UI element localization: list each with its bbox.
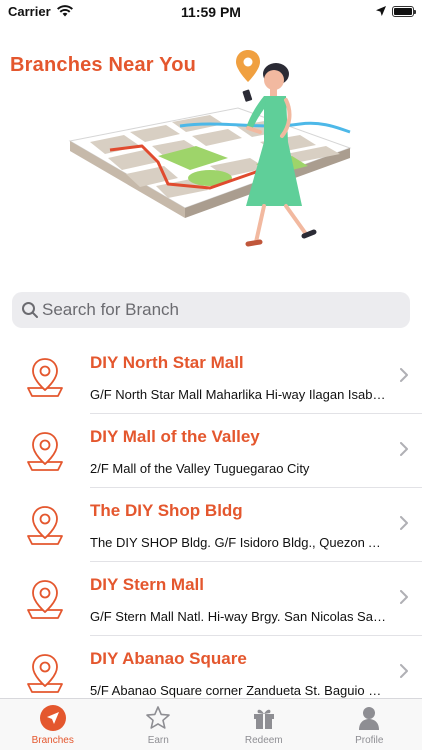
- branch-address: The DIY SHOP Bldg. G/F Isidoro Bldg., Qu…: [90, 535, 386, 550]
- clock: 11:59 PM: [181, 4, 241, 20]
- branch-address: 2/F Mall of the Valley Tuguegarao City: [90, 461, 310, 476]
- battery-icon: [392, 6, 416, 17]
- location-pin-icon: [27, 506, 63, 545]
- tab-earn[interactable]: Earn: [106, 699, 212, 750]
- location-arrow-icon: [376, 6, 386, 16]
- chevron-right-icon: [400, 516, 408, 530]
- tab-label: Redeem: [244, 735, 283, 746]
- location-pin-icon: [27, 358, 63, 397]
- chevron-right-icon: [400, 442, 408, 456]
- location-pin-icon: [27, 580, 63, 619]
- chevron-right-icon: [400, 590, 408, 604]
- location-pin-icon: [27, 654, 63, 693]
- search-icon: [22, 302, 38, 318]
- tab-profile[interactable]: Profile: [317, 699, 422, 750]
- branch-row[interactable]: DIY North Star Mall G/F North Star Mall …: [0, 340, 422, 414]
- branch-name: DIY Abanao Square: [90, 649, 247, 668]
- navigation-arrow-icon: [39, 705, 66, 731]
- search-bar[interactable]: [12, 292, 410, 328]
- branch-name: DIY Mall of the Valley: [90, 427, 260, 446]
- branch-list: DIY North Star Mall G/F North Star Mall …: [0, 340, 422, 710]
- status-bar: Carrier 11:59 PM: [0, 0, 422, 24]
- branch-address: G/F North Star Mall Maharlika Hi-way Ila…: [90, 387, 386, 402]
- branch-name: The DIY Shop Bldg: [90, 501, 243, 520]
- search-input[interactable]: [42, 292, 402, 328]
- branch-name: DIY Stern Mall: [90, 575, 204, 594]
- tab-label: Profile: [355, 735, 384, 746]
- tab-label: Branches: [31, 735, 74, 746]
- chevron-right-icon: [400, 664, 408, 678]
- branch-address: G/F Stern Mall Natl. Hi-way Brgy. San Ni…: [90, 609, 386, 624]
- branch-row[interactable]: DIY Mall of the Valley 2/F Mall of the V…: [0, 414, 422, 488]
- star-icon: [146, 706, 171, 729]
- person-icon: [359, 707, 380, 730]
- location-pin-icon: [27, 432, 63, 471]
- branch-name: DIY North Star Mall: [90, 353, 244, 372]
- branch-address: 5/F Abanao Square corner Zandueta St. Ba…: [90, 683, 386, 698]
- chevron-right-icon: [400, 368, 408, 382]
- map-illustration: [68, 50, 352, 247]
- branch-row[interactable]: The DIY Shop Bldg The DIY SHOP Bldg. G/F…: [0, 488, 422, 562]
- tab-branches[interactable]: Branches: [0, 699, 106, 750]
- tab-redeem[interactable]: Redeem: [211, 699, 317, 750]
- branch-row[interactable]: DIY Stern Mall G/F Stern Mall Natl. Hi-w…: [0, 562, 422, 636]
- tab-bar: Branches Earn Redeem Profile: [0, 698, 422, 750]
- gift-icon: [253, 709, 274, 729]
- tab-label: Earn: [147, 735, 169, 746]
